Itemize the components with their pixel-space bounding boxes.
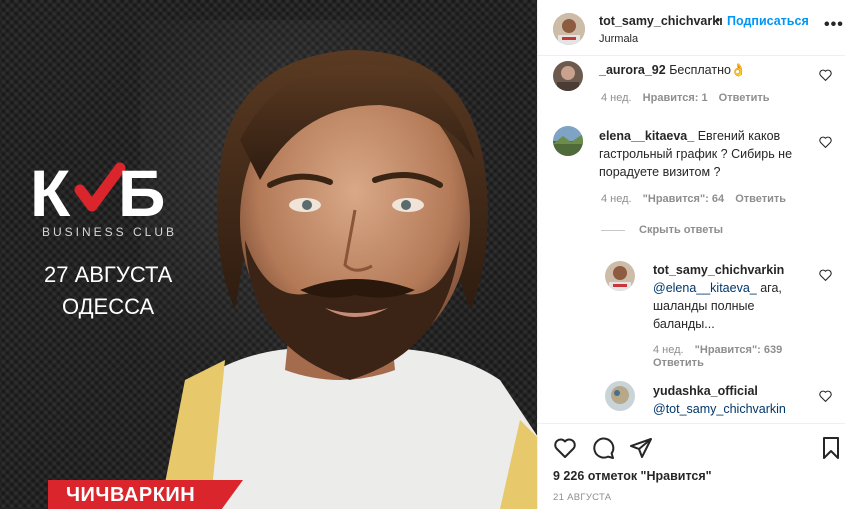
comment-meta: 4 нед. "Нравится": 64 Ответить xyxy=(601,193,786,205)
comment-meta: 4 нед. Нравится: 1 Ответить xyxy=(601,92,770,104)
reply-text: yudashka_official @tot_samy_chichvarkin xyxy=(653,382,818,418)
bookmark-icon[interactable] xyxy=(819,436,843,460)
comment-username[interactable]: _aurora_92 xyxy=(599,63,666,77)
reply-username[interactable]: tot_samy_chichvarkin xyxy=(653,263,784,277)
svg-text:Б: Б xyxy=(118,160,165,222)
follow-button[interactable]: Подписаться xyxy=(727,14,809,28)
comment-body: Бесплатно👌 xyxy=(669,63,747,77)
post-location[interactable]: Jurmala xyxy=(599,33,638,45)
reply-button[interactable]: Ответить xyxy=(653,357,704,369)
post-sidebar: tot_samy_chichvarkı • Подписаться Jurmal… xyxy=(537,0,845,509)
comments-list[interactable]: _aurora_92 Бесплатно👌 4 нед. Нравится: 1… xyxy=(538,57,845,423)
commenter-avatar[interactable] xyxy=(553,61,583,91)
share-icon[interactable] xyxy=(629,436,653,460)
comment-text: elena__kitaeva_ Евгений каков гастрольны… xyxy=(599,127,821,181)
replier-avatar[interactable] xyxy=(605,381,635,411)
replier-avatar[interactable] xyxy=(605,261,635,291)
comment-likes[interactable]: "Нравится": 64 xyxy=(643,193,724,205)
reply-username[interactable]: yudashka_official xyxy=(653,384,758,398)
club-subtitle: BUSINESS CLUB xyxy=(42,225,178,239)
svg-text:К: К xyxy=(30,160,71,222)
reply-button[interactable]: Ответить xyxy=(735,193,786,205)
reply-age[interactable]: 4 нед. xyxy=(653,344,684,356)
reply-mention[interactable]: @tot_samy_chichvarkin xyxy=(653,402,786,416)
author-username[interactable]: tot_samy_chichvarkı xyxy=(599,14,723,28)
portrait-photo xyxy=(140,20,537,509)
club-logo: К Б xyxy=(30,160,165,222)
comment-username[interactable]: elena__kitaeva_ xyxy=(599,129,694,143)
heart-icon[interactable] xyxy=(819,136,832,148)
ellipsis-icon[interactable]: ••• xyxy=(824,16,844,34)
heart-icon[interactable] xyxy=(819,69,832,81)
post-actions: 9 226 отметок "Нравится" 21 АВГУСТА xyxy=(538,423,845,509)
commenter-avatar[interactable] xyxy=(553,126,583,156)
comment-age[interactable]: 4 нед. xyxy=(601,193,632,205)
heart-icon[interactable] xyxy=(819,390,832,402)
event-city: ОДЕССА xyxy=(62,294,155,319)
hide-replies-button[interactable]: Скрыть ответы xyxy=(639,224,723,236)
reply-likes[interactable]: "Нравится": 639 xyxy=(695,344,783,356)
post-header: tot_samy_chichvarkı • Подписаться Jurmal… xyxy=(538,0,845,56)
reply-meta: 4 нед. "Нравится": 639 Ответить xyxy=(653,344,803,370)
comment-likes[interactable]: Нравится: 1 xyxy=(643,92,708,104)
heart-icon[interactable] xyxy=(819,269,832,281)
comment-age[interactable]: 4 нед. xyxy=(601,92,632,104)
header-separator: • xyxy=(716,13,721,27)
reply-text: tot_samy_chichvarkin @elena__kitaeva_ аг… xyxy=(653,261,813,333)
likes-count[interactable]: 9 226 отметок "Нравится" xyxy=(553,469,712,483)
reply-button[interactable]: Ответить xyxy=(719,92,770,104)
author-avatar[interactable] xyxy=(553,13,585,45)
event-date: 27 АВГУСТА xyxy=(44,262,173,287)
post-date[interactable]: 21 АВГУСТА xyxy=(553,492,611,503)
name-banner: ЧИЧВАРКИН xyxy=(48,480,243,509)
comment-icon[interactable] xyxy=(591,436,615,460)
comment-text: _aurora_92 Бесплатно👌 xyxy=(599,61,819,79)
post-image[interactable]: К Б BUSINESS CLUB 27 АВГУСТА ОДЕССА ЧИЧВ… xyxy=(0,0,537,509)
heart-icon[interactable] xyxy=(553,436,577,460)
hide-replies-divider xyxy=(601,230,625,231)
reply-mention[interactable]: @elena__kitaeva_ xyxy=(653,281,757,295)
